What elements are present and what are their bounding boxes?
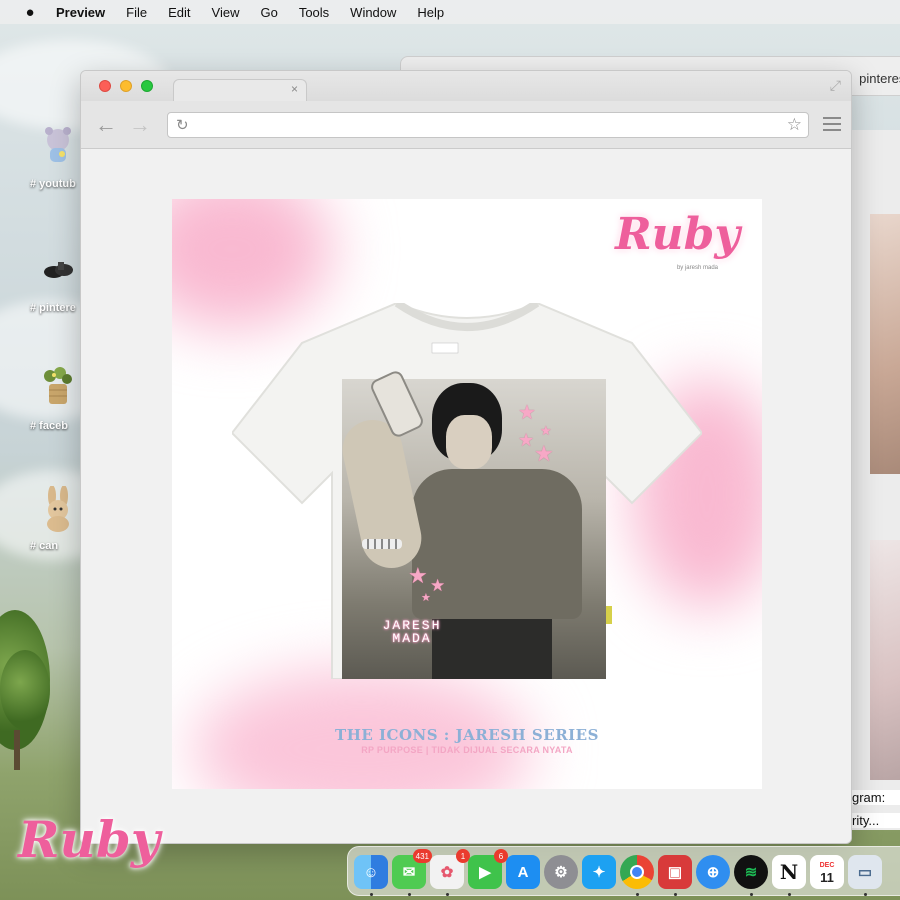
zoom-window-button[interactable] [141, 80, 153, 92]
desktop-logo: Ruby [18, 810, 160, 869]
dock-glyph: ☺ [363, 863, 379, 881]
app-store-icon[interactable]: A [506, 855, 540, 889]
menu-help[interactable]: Help [417, 5, 444, 20]
browser-toolbar: ← → ↻ ☆ [81, 101, 851, 149]
product-title: THE ICONS : JARESH SERIES [335, 726, 599, 744]
chrome-icon[interactable] [620, 855, 654, 889]
address-bar[interactable]: ↻ ☆ [167, 112, 809, 138]
preview-icon[interactable]: ▭ [848, 855, 882, 889]
spotify-icon[interactable]: ≋ [734, 855, 768, 889]
running-indicator [788, 893, 791, 896]
background-caption-line: gram: [850, 790, 900, 805]
shoes-sticker-icon [38, 248, 78, 288]
notion-icon[interactable]: N [772, 855, 806, 889]
reload-icon[interactable]: ↻ [176, 116, 189, 134]
background-caption-line: rity... [850, 813, 900, 828]
star-icon: ★ [408, 563, 428, 588]
safari-icon[interactable]: ⊕ [696, 855, 730, 889]
title-bar[interactable]: × ⤢ [81, 71, 851, 101]
running-indicator [750, 893, 753, 896]
dock-glyph: ✿ [440, 864, 454, 881]
background-pin-image[interactable] [870, 540, 900, 780]
shirt-tag [606, 606, 612, 624]
minimize-window-button[interactable] [120, 80, 132, 92]
running-indicator [408, 893, 411, 896]
star-icon: ★ [540, 423, 552, 438]
dock-glyph: ✦ [592, 864, 606, 881]
page-content: Ruby by jaresh mada ★ ★ ★ ★ ★ ★ ★ JARESH… [81, 149, 851, 843]
running-indicator [636, 893, 639, 896]
browser-window: × ⤢ ← → ↻ ☆ Ruby by jaresh mada ★ ★ ★ ★ … [80, 70, 852, 844]
close-window-button[interactable] [99, 80, 111, 92]
desktop-icon-facebook[interactable]: # faceb [28, 366, 88, 432]
brand-logo: Ruby [615, 209, 740, 260]
finder-icon[interactable]: ☺ [354, 855, 388, 889]
star-icon: ★ [534, 441, 554, 466]
product-image: Ruby by jaresh mada ★ ★ ★ ★ ★ ★ ★ JARESH… [172, 199, 762, 789]
menu-go[interactable]: Go [260, 5, 277, 20]
dock-glyph: A [517, 863, 529, 881]
forward-arrow-icon[interactable]: → [129, 114, 151, 136]
menu-view[interactable]: View [212, 5, 240, 20]
dock-glyph: ▣ [667, 864, 683, 881]
bookmark-star-icon[interactable]: ☆ [787, 115, 802, 135]
background-url-text: pinterest [859, 71, 900, 86]
dock-glyph: ≋ [744, 864, 758, 881]
desktop-icon-canva[interactable]: # can [28, 485, 88, 552]
menu-bar: ● Preview File Edit View Go Tools Window… [0, 0, 900, 24]
shirt-print-text: JARESH MADA [362, 619, 462, 645]
product-subtitle: RP PURPOSE | TIDAK DIJUAL SECARA NYATA [361, 745, 573, 755]
back-arrow-icon[interactable]: ← [95, 114, 117, 136]
dock: ☺ ✉ 431 ✿ 1 ▶ 6 A ⚙ ✦ ▣ ⊕ ≋ N DEC 11 ▭ [347, 846, 900, 896]
dock-glyph: ⚙ [554, 864, 568, 881]
dock-glyph: ▶ [479, 864, 491, 881]
messages-icon[interactable]: ✉ 431 [392, 849, 432, 889]
running-indicator [864, 893, 867, 896]
apple-menu-icon[interactable]: ● [20, 4, 40, 21]
twitter-icon[interactable]: ✦ [582, 855, 616, 889]
menu-edit[interactable]: Edit [168, 5, 190, 20]
running-indicator [446, 893, 449, 896]
address-input[interactable] [198, 116, 778, 134]
facetime-icon[interactable]: ▶ 6 [468, 849, 508, 889]
desktop-icon-pinterest[interactable]: # pintere [28, 248, 88, 314]
bunny-plush-sticker-icon [38, 485, 78, 532]
star-icon: ★ [518, 402, 536, 424]
desktop-icon-youtube[interactable]: # youtub [28, 124, 88, 190]
background-pin-image[interactable] [870, 214, 900, 474]
star-icon: ★ [421, 592, 431, 604]
flower-basket-sticker-icon [38, 366, 78, 406]
menu-window[interactable]: Window [350, 5, 396, 20]
running-indicator [674, 893, 677, 896]
hamburger-menu-icon[interactable] [823, 117, 841, 135]
star-icon: ★ [518, 430, 535, 450]
shirt-print-line: MADA [392, 631, 432, 646]
tab-close-icon[interactable]: × [291, 82, 298, 96]
teddy-bear-sticker-icon [38, 124, 78, 164]
star-icon: ★ [430, 576, 446, 595]
calendar-day: 11 [820, 870, 834, 885]
photos-icon[interactable]: ✿ 1 [430, 849, 470, 889]
browser-tab[interactable]: × [173, 79, 307, 101]
dock-glyph: N [779, 860, 799, 884]
brand-logo-subtext: by jaresh mada [676, 265, 718, 271]
menu-app-name[interactable]: Preview [56, 5, 105, 20]
dock-glyph: ▭ [857, 864, 873, 881]
photo-booth-icon[interactable]: ▣ [658, 855, 692, 889]
menu-tools[interactable]: Tools [299, 5, 329, 20]
running-indicator [370, 893, 373, 896]
menu-file[interactable]: File [126, 5, 147, 20]
dock-glyph: ✉ [402, 864, 416, 881]
system-preferences-icon[interactable]: ⚙ [544, 855, 578, 889]
fullscreen-icon[interactable]: ⤢ [830, 77, 841, 94]
calendar-icon[interactable]: DEC 11 [810, 855, 844, 889]
dock-glyph: ⊕ [706, 864, 720, 881]
